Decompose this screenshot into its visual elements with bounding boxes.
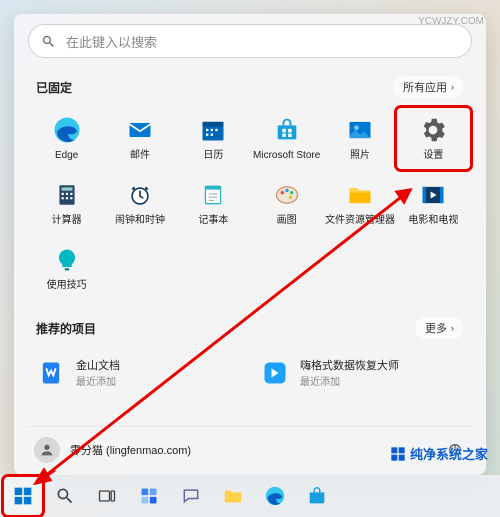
start-menu: 在此键入以搜索 已固定 所有应用 › Edge 邮件 日历 <box>14 14 486 475</box>
recommended-sub: 最近添加 <box>300 373 399 388</box>
app-label: 文件资源管理器 <box>325 215 395 226</box>
app-calculator[interactable]: 计算器 <box>30 173 103 234</box>
app-label: 照片 <box>350 150 370 161</box>
recommended-list: 金山文档 最近添加 嗨格式数据恢复大师 最近添加 <box>28 349 472 392</box>
app-photos[interactable]: 照片 <box>323 108 396 169</box>
pinned-grid: Edge 邮件 日历 Microsoft Store 照片 <box>28 108 472 299</box>
recovery-icon <box>260 358 290 388</box>
app-paint[interactable]: 画图 <box>250 173 323 234</box>
edge-icon <box>51 114 83 146</box>
clock-icon <box>124 179 156 211</box>
more-button[interactable]: 更多 › <box>415 317 464 339</box>
avatar <box>34 437 60 463</box>
app-label: 使用技巧 <box>47 280 87 291</box>
watermark-text: 纯净系统之家 <box>410 444 488 463</box>
store-icon <box>271 114 303 146</box>
chevron-right-icon: › <box>451 323 454 333</box>
watermark: 纯净系统之家 <box>390 444 488 463</box>
calendar-icon <box>197 114 229 146</box>
taskbar-chat[interactable] <box>172 477 210 515</box>
recommended-item[interactable]: 金山文档 最近添加 <box>34 353 242 392</box>
gear-icon <box>417 114 449 146</box>
windows-icon <box>11 484 35 508</box>
app-label: 计算器 <box>52 215 82 226</box>
app-label: 设置 <box>423 150 443 161</box>
search-icon <box>53 484 77 508</box>
search-placeholder: 在此键入以搜索 <box>66 32 157 51</box>
widgets-icon <box>137 484 161 508</box>
mail-icon <box>124 114 156 146</box>
taskview-icon <box>95 484 119 508</box>
app-label: Microsoft Store <box>253 150 320 161</box>
app-label: Edge <box>55 150 78 161</box>
calculator-icon <box>51 179 83 211</box>
taskbar-taskview[interactable] <box>88 477 126 515</box>
app-edge[interactable]: Edge <box>30 108 103 169</box>
app-tips[interactable]: 使用技巧 <box>30 238 103 299</box>
chevron-right-icon: › <box>451 82 454 92</box>
folder-icon <box>344 179 376 211</box>
search-icon <box>41 34 56 49</box>
recommended-sub: 最近添加 <box>76 373 120 388</box>
store-icon <box>305 484 329 508</box>
recommended-name: 嗨格式数据恢复大师 <box>300 357 399 373</box>
recommended-header: 推荐的项目 更多 › <box>36 317 464 339</box>
taskbar-explorer[interactable] <box>214 477 252 515</box>
photos-icon <box>344 114 376 146</box>
app-label: 画图 <box>277 215 297 226</box>
recommended-item[interactable]: 嗨格式数据恢复大师 最近添加 <box>258 353 466 392</box>
app-clock[interactable]: 闹钟和时钟 <box>103 173 176 234</box>
user-name: 零分猫 (lingfenmao.com) <box>70 442 191 458</box>
user-button[interactable]: 零分猫 (lingfenmao.com) <box>34 437 191 463</box>
recommended-title: 推荐的项目 <box>36 320 96 337</box>
start-button[interactable] <box>4 477 42 515</box>
taskbar-widgets[interactable] <box>130 477 168 515</box>
watermark-url: YCWJZY.COM <box>418 16 484 27</box>
paint-icon <box>271 179 303 211</box>
tips-icon <box>51 244 83 276</box>
all-apps-button[interactable]: 所有应用 › <box>393 76 464 98</box>
pinned-header: 已固定 所有应用 › <box>36 76 464 98</box>
app-calendar[interactable]: 日历 <box>177 108 250 169</box>
app-mail[interactable]: 邮件 <box>103 108 176 169</box>
taskbar-search[interactable] <box>46 477 84 515</box>
app-label: 邮件 <box>130 150 150 161</box>
all-apps-label: 所有应用 <box>403 79 447 95</box>
app-label: 日历 <box>203 150 223 161</box>
app-explorer[interactable]: 文件资源管理器 <box>323 173 396 234</box>
search-input[interactable]: 在此键入以搜索 <box>28 24 472 58</box>
pinned-title: 已固定 <box>36 79 72 96</box>
movies-icon <box>417 179 449 211</box>
edge-icon <box>263 484 287 508</box>
folder-icon <box>221 484 245 508</box>
app-movies[interactable]: 电影和电视 <box>397 173 470 234</box>
more-label: 更多 <box>425 320 447 336</box>
app-label: 闹钟和时钟 <box>115 215 165 226</box>
taskbar <box>0 475 500 517</box>
chat-icon <box>179 484 203 508</box>
doc-icon <box>36 358 66 388</box>
app-store[interactable]: Microsoft Store <box>250 108 323 169</box>
notepad-icon <box>197 179 229 211</box>
app-label: 电影和电视 <box>408 215 458 226</box>
app-notepad[interactable]: 记事本 <box>177 173 250 234</box>
taskbar-store[interactable] <box>298 477 336 515</box>
taskbar-edge[interactable] <box>256 477 294 515</box>
app-settings[interactable]: 设置 <box>397 108 470 169</box>
app-label: 记事本 <box>198 215 228 226</box>
recommended-name: 金山文档 <box>76 357 120 373</box>
